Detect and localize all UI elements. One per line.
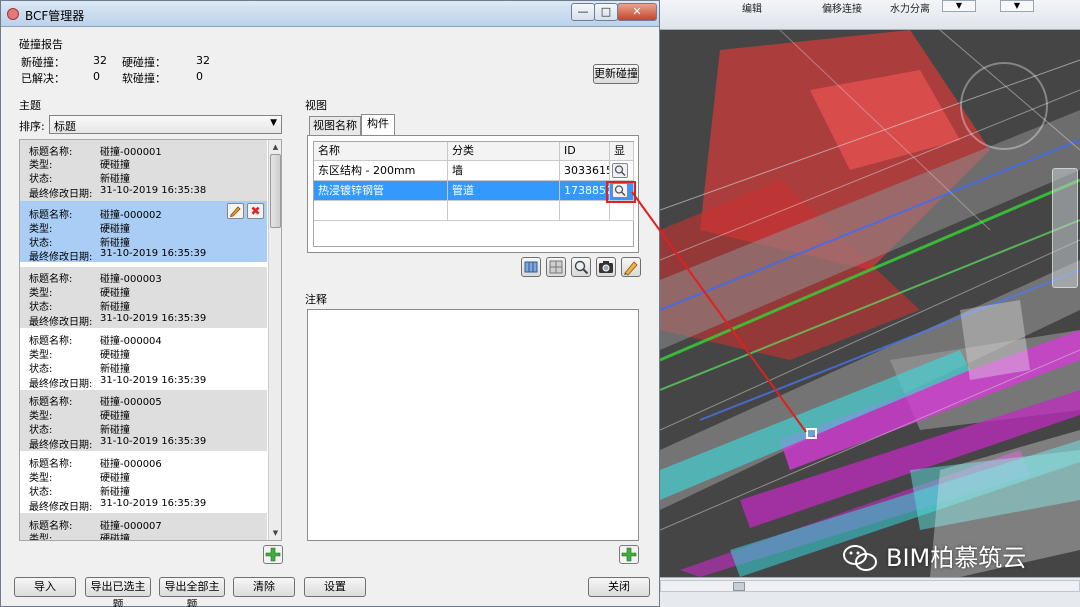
clash-pointer-line <box>631 191 807 433</box>
